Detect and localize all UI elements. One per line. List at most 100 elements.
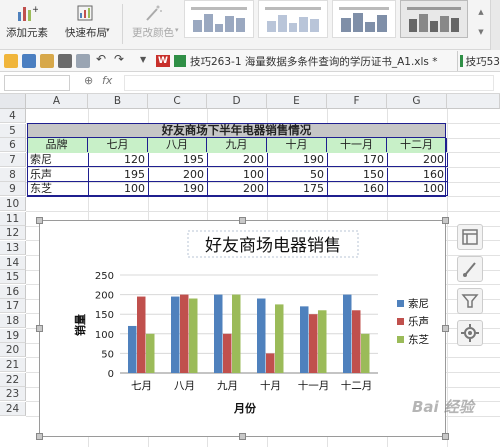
resize-handle[interactable] — [239, 433, 246, 440]
column-header-F[interactable]: F — [327, 94, 387, 109]
row-header-11[interactable]: 11 — [0, 211, 26, 226]
row-header-19[interactable]: 19 — [0, 328, 26, 343]
resize-handle[interactable] — [442, 433, 449, 440]
tab-file2[interactable]: 技巧53 — [460, 51, 500, 71]
column-header-A[interactable]: A — [26, 94, 88, 109]
row-header-20[interactable]: 20 — [0, 343, 26, 358]
scroll-down-icon[interactable]: ▼ — [478, 28, 483, 36]
row-header-9[interactable]: 9 — [0, 182, 26, 197]
row-header-18[interactable]: 18 — [0, 314, 26, 329]
quick-layout-button[interactable]: 快速布局 — [62, 0, 110, 50]
chart-filter-button[interactable] — [457, 288, 483, 314]
brand-cell[interactable]: 乐声 — [27, 167, 89, 182]
sales-cell[interactable]: 160 — [388, 167, 448, 182]
bar-乐声-八月 — [180, 294, 189, 373]
export-icon[interactable] — [40, 54, 54, 68]
sales-cell[interactable]: 160 — [328, 182, 388, 197]
scroll-up-icon[interactable]: ▲ — [478, 8, 483, 16]
sales-cell[interactable]: 175 — [268, 182, 328, 197]
row-header-24[interactable]: 24 — [0, 402, 26, 416]
resize-handle[interactable] — [36, 217, 43, 224]
open-folder-icon[interactable] — [4, 54, 18, 68]
resize-handle[interactable] — [442, 217, 449, 224]
row-header-21[interactable]: 21 — [0, 358, 26, 373]
row-header-7[interactable]: 7 — [0, 152, 26, 167]
column-header-D[interactable]: D — [207, 94, 267, 109]
sales-cell[interactable]: 195 — [149, 153, 208, 167]
styles-scroll[interactable]: ▲ ▼ — [472, 2, 490, 42]
bar-东芝-十二月 — [361, 333, 370, 373]
column-header-C[interactable]: C — [148, 94, 207, 109]
row-header-8[interactable]: 8 — [0, 167, 26, 182]
row-header-22[interactable]: 22 — [0, 372, 26, 387]
add-element-button[interactable]: + 添加元素 — [4, 0, 50, 50]
quick-layout-dropdown-icon[interactable]: ▾ — [106, 26, 110, 34]
column-header-extra[interactable] — [447, 94, 500, 109]
header-cell[interactable]: 八月 — [148, 138, 207, 152]
chart-elements-button[interactable] — [457, 224, 483, 250]
qat-dropdown-icon[interactable]: ▼ — [140, 55, 146, 64]
change-color-button[interactable]: 更改颜色 — [128, 0, 178, 50]
row-header-13[interactable]: 13 — [0, 240, 26, 255]
brand-cell[interactable]: 索尼 — [27, 153, 89, 167]
header-cell[interactable]: 十二月 — [387, 138, 447, 152]
chart-object[interactable]: 好友商场电器销售 0 50 100 150 200 250 七月 八月 九月 十月 十一月 十二月 月份 销… — [36, 217, 449, 440]
zoom-icon[interactable]: ⊕ — [84, 74, 93, 87]
header-cell[interactable]: 品牌 — [26, 138, 88, 152]
preview-icon[interactable] — [76, 54, 90, 68]
row-header-10[interactable]: 10 — [0, 196, 26, 211]
sales-cell[interactable]: 200 — [208, 182, 268, 197]
row-header-4[interactable]: 4 — [0, 109, 26, 123]
row-header-16[interactable]: 16 — [0, 284, 26, 299]
row-header-17[interactable]: 17 — [0, 299, 26, 314]
formula-input[interactable] — [124, 75, 494, 91]
row-header-14[interactable]: 14 — [0, 255, 26, 270]
tab-file1[interactable]: W 技巧263-1 海量数据多条件查询的学历证书_A1.xls * — [156, 51, 458, 71]
undo-icon[interactable]: ↶ — [96, 52, 106, 66]
chart-style-2[interactable] — [258, 0, 328, 38]
sales-cell[interactable]: 200 — [149, 167, 208, 182]
redo-icon[interactable]: ↷ — [114, 52, 124, 66]
sales-cell[interactable]: 100 — [388, 182, 448, 197]
sales-cell[interactable]: 50 — [268, 167, 328, 182]
chart-style-4[interactable] — [400, 0, 468, 38]
brand-cell[interactable]: 东芝 — [27, 182, 89, 197]
sales-cell[interactable]: 190 — [268, 153, 328, 167]
sales-cell[interactable]: 120 — [89, 153, 149, 167]
resize-handle[interactable] — [36, 325, 43, 332]
chart-style-1[interactable] — [184, 0, 254, 38]
print-icon[interactable] — [58, 54, 72, 68]
sales-cell[interactable]: 100 — [89, 182, 149, 197]
chart-settings-button[interactable] — [457, 320, 483, 346]
select-all-corner[interactable] — [0, 94, 26, 109]
name-box[interactable] — [4, 75, 70, 91]
column-header-G[interactable]: G — [387, 94, 447, 109]
row-header-23[interactable]: 23 — [0, 387, 26, 402]
header-cell[interactable]: 九月 — [207, 138, 267, 152]
fx-label[interactable]: fx — [102, 74, 112, 87]
resize-handle[interactable] — [36, 433, 43, 440]
row-header-12[interactable]: 12 — [0, 226, 26, 241]
sales-cell[interactable]: 100 — [208, 167, 268, 182]
column-header-E[interactable]: E — [267, 94, 327, 109]
chart-style-button[interactable] — [457, 256, 483, 282]
header-cell[interactable]: 十一月 — [327, 138, 387, 152]
chart-style-3[interactable] — [332, 0, 396, 38]
header-cell[interactable]: 七月 — [88, 138, 148, 152]
sales-cell[interactable]: 195 — [89, 167, 149, 182]
resize-handle[interactable] — [442, 325, 449, 332]
sales-cell[interactable]: 200 — [388, 153, 448, 167]
sales-cell[interactable]: 150 — [328, 167, 388, 182]
resize-handle[interactable] — [239, 217, 246, 224]
table-title[interactable]: 好友商场下半年电器销售情况 — [27, 123, 446, 138]
column-header-B[interactable]: B — [88, 94, 148, 109]
sales-cell[interactable]: 200 — [208, 153, 268, 167]
save-icon[interactable] — [22, 54, 36, 68]
header-cell[interactable]: 十月 — [267, 138, 327, 152]
row-header-5[interactable]: 5 — [0, 123, 26, 138]
row-header-15[interactable]: 15 — [0, 270, 26, 285]
row-header-6[interactable]: 6 — [0, 138, 26, 153]
change-color-dropdown-icon[interactable]: ▾ — [175, 26, 179, 34]
sales-cell[interactable]: 190 — [149, 182, 208, 197]
sales-cell[interactable]: 170 — [328, 153, 388, 167]
